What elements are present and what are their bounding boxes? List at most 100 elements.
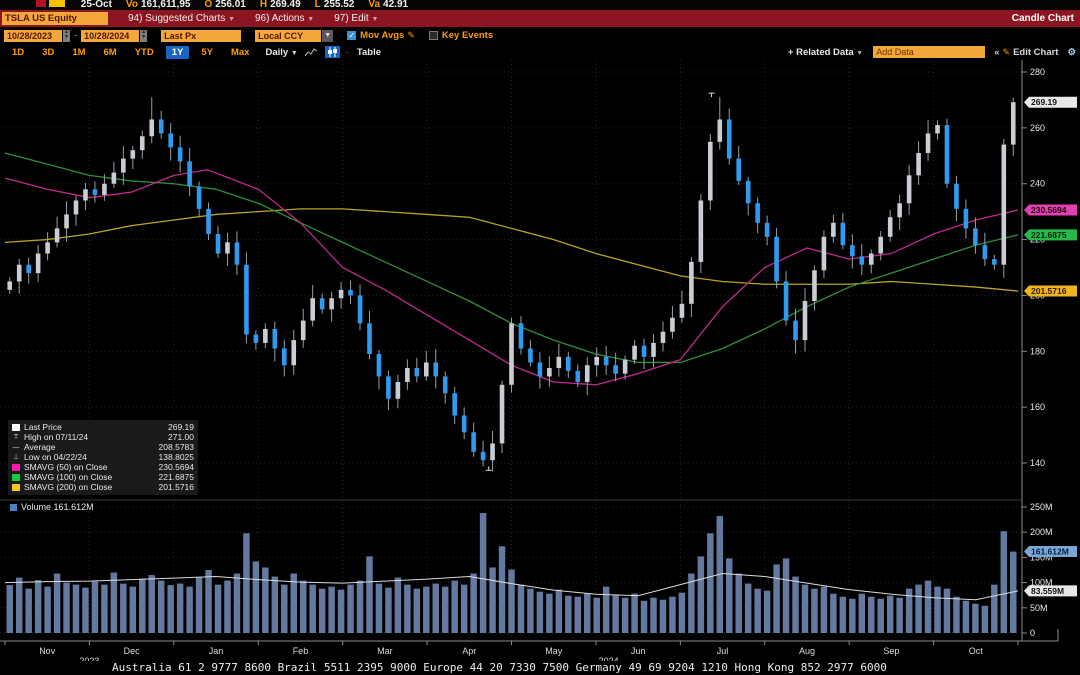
legend-label: Last Price [24, 422, 168, 432]
legend-high-marker-icon: T [12, 434, 20, 441]
collapse-button[interactable]: « [994, 47, 999, 58]
month-label: Jul [717, 646, 729, 656]
sma200-line [5, 209, 1018, 291]
add-data-input[interactable]: Add Data [873, 46, 985, 58]
key-events-checkbox[interactable] [429, 31, 438, 40]
chart-toolbar: 10/28/2023▲▼ - 10/28/2024▲▼ Last Px Loca… [0, 27, 1080, 44]
mov-avgs-pencil-icon[interactable]: ✎ [407, 30, 415, 41]
legend-value: 138.8025 [159, 452, 194, 462]
price-badge: 269.19 [1024, 97, 1077, 108]
range-tab-1y[interactable]: 1Y [166, 46, 190, 59]
menu-suggested-charts[interactable]: 94) Suggested Charts ▼ [128, 13, 235, 24]
price-badge: 83.559M [1024, 585, 1077, 596]
svg-text:83.559M: 83.559M [1031, 586, 1064, 596]
legend-avg-marker-icon: — [12, 444, 20, 451]
legend-label: Low on 04/22/24 [24, 452, 159, 462]
yellow-status-box [49, 0, 65, 7]
axis-tick-label: 260 [1030, 123, 1045, 133]
price-badge: 161.612M [1024, 546, 1077, 557]
axis-tick-label: 250M [1030, 502, 1053, 512]
date-range-dash: - [74, 30, 77, 41]
month-label: Apr [462, 646, 476, 656]
range-tab-5y[interactable]: 5Y [195, 46, 219, 59]
ticker-badges [36, 0, 67, 10]
legend-row: T High on 07/11/24271.00 [12, 432, 194, 442]
legend-row: ⊥Low on 04/22/24138.8025 [12, 452, 194, 462]
axis-tick-label: 160 [1030, 402, 1045, 412]
price-badge: 221.6875 [1024, 229, 1077, 240]
axis-tick-label: 50M [1030, 603, 1048, 613]
mov-avgs-label: Mov Avgs [360, 30, 404, 41]
month-label: Aug [799, 646, 815, 656]
table-button[interactable]: Table [357, 47, 381, 58]
legend-swatch-icon [12, 474, 20, 481]
range-tab-1d[interactable]: 1D [6, 46, 30, 59]
month-label: Nov [39, 646, 56, 656]
chart-legend: Last Price269.19 T High on 07/11/24271.00 —… [8, 420, 198, 495]
chart-type-label: Candle Chart [1012, 13, 1074, 24]
ticker-segment: 25-Oct [81, 0, 112, 10]
legend-value: 208.5783 [159, 442, 194, 452]
legend-row: SMAVG (50) on Close230.5694 [12, 462, 194, 472]
currency-dropdown-icon[interactable]: ▼ [322, 30, 333, 42]
legend-row: Last Price269.19 [12, 422, 194, 432]
legend-label: High on 07/11/24 [24, 432, 168, 442]
mov-avgs-checkbox[interactable]: ✓ [347, 31, 356, 40]
legend-swatch-icon [12, 464, 20, 471]
ticker-segment: Va42.91 [368, 0, 408, 10]
volume-bars-layer [7, 513, 1017, 633]
legend-value: 271.00 [168, 432, 194, 442]
volume-label: Volume [21, 502, 51, 512]
month-label: Feb [293, 646, 309, 656]
legend-value: 230.5694 [159, 462, 194, 472]
range-tab-6m[interactable]: 6M [98, 46, 123, 59]
right-tools: + Related Data ▼ Add Data « ✎ Edit Chart… [788, 44, 1076, 60]
date-from-stepper[interactable]: ▲▼ [63, 30, 70, 42]
separator-dot: · [346, 47, 349, 58]
ticker-segment: O256.01 [204, 0, 245, 10]
svg-text:201.5716: 201.5716 [1031, 286, 1067, 296]
legend-label: SMAVG (100) on Close [24, 472, 159, 482]
legend-row: SMAVG (200) on Close201.5716 [12, 482, 194, 492]
related-data-button[interactable]: + Related Data ▼ [788, 47, 863, 58]
legend-label: Average [24, 442, 159, 452]
menu-actions[interactable]: 96) Actions ▼ [255, 13, 314, 24]
range-tab-max[interactable]: Max [225, 46, 255, 59]
date-from-input[interactable]: 10/28/2023 [4, 30, 62, 42]
security-field[interactable]: TSLA US Equity [2, 12, 108, 25]
edit-chart-button[interactable]: Edit Chart [1013, 47, 1058, 58]
date-to-input[interactable]: 10/28/2024 [81, 30, 139, 42]
edit-chart-pencil-icon[interactable]: ✎ [1003, 47, 1011, 58]
axis-tick-label: 140 [1030, 458, 1045, 468]
range-tab-3d[interactable]: 3D [36, 46, 60, 59]
svg-text:269.19: 269.19 [1031, 97, 1057, 107]
legend-label: SMAVG (50) on Close [24, 462, 159, 472]
line-chart-type-icon[interactable] [304, 46, 319, 58]
currency-select[interactable]: Local CCY [255, 30, 321, 42]
legend-swatch-icon [12, 484, 20, 491]
date-to-stepper[interactable]: ▲▼ [140, 30, 147, 42]
axis-tick-label: 240 [1030, 179, 1045, 189]
axis-tick-label: 180 [1030, 346, 1045, 356]
menu-edit[interactable]: 97) Edit ▼ [334, 13, 378, 24]
month-label: Dec [124, 646, 141, 656]
period-bar: 1D 3D 1M 6M YTD 1Y 5Y Max Daily ▼ · Table + Rela… [0, 44, 1080, 60]
settings-gear-icon[interactable]: ⚙ [1067, 47, 1076, 58]
candle-chart-canvas[interactable]: 280260240220200180160140250M200M150M100M… [0, 60, 1080, 662]
legend-value: 221.6875 [159, 472, 194, 482]
price-field-select[interactable]: Last Px [161, 30, 241, 42]
svg-text:221.6875: 221.6875 [1031, 230, 1067, 240]
svg-text:161.612M: 161.612M [1031, 547, 1069, 557]
candle-chart-type-icon[interactable] [325, 46, 340, 58]
month-label: Oct [969, 646, 984, 656]
month-label: Sep [883, 646, 899, 656]
axis-tick-label: 200M [1030, 527, 1053, 537]
price-badge: 201.5716 [1024, 286, 1077, 297]
range-tab-ytd[interactable]: YTD [129, 46, 160, 59]
ticker-segment: Vo161,611,95 [126, 0, 191, 10]
volume-legend: Volume 161.612M [10, 502, 94, 512]
frequency-select[interactable]: Daily ▼ [265, 47, 297, 58]
range-tab-1m[interactable]: 1M [66, 46, 91, 59]
month-label: May [545, 646, 563, 656]
legend-value: 201.5716 [159, 482, 194, 492]
